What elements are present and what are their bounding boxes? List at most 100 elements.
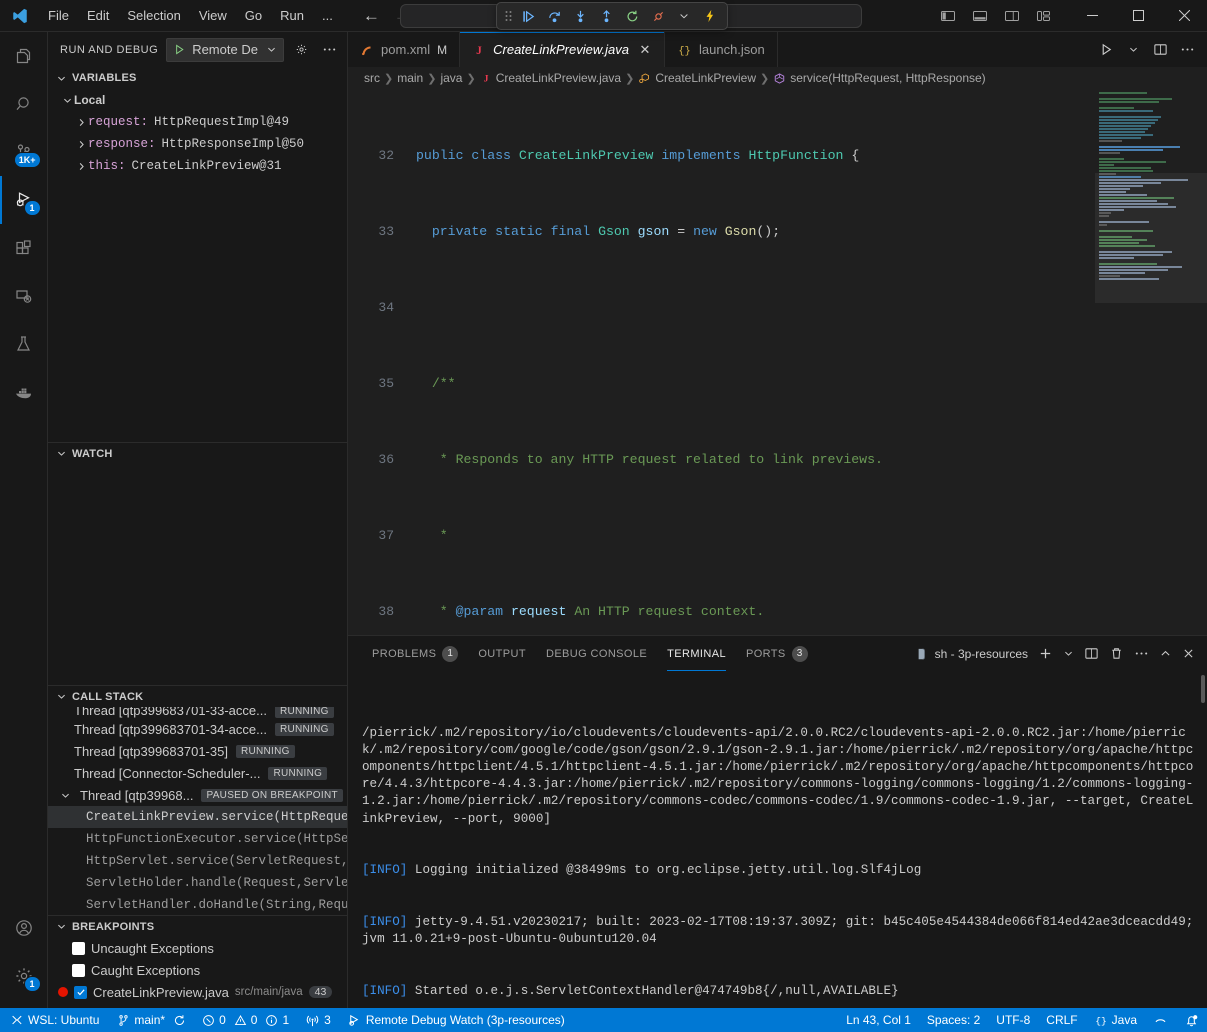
sidebar-more-actions-icon[interactable] [320, 39, 339, 61]
status-debug-session[interactable]: Remote Debug Watch (3p-resources) [339, 1008, 573, 1032]
activitybar-item-docker[interactable] [0, 368, 48, 416]
status-encoding[interactable]: UTF-8 [988, 1008, 1038, 1032]
open-launch-json-gear-icon[interactable] [292, 39, 311, 61]
tab-close-icon[interactable]: ✕ [638, 42, 652, 58]
split-terminal-icon[interactable] [1080, 642, 1103, 666]
status-remote-wsl[interactable]: WSL: Ubuntu [0, 1008, 109, 1032]
toggle-primary-sidebar-icon[interactable] [935, 4, 961, 28]
status-branch[interactable]: main* [109, 1008, 194, 1032]
call-stack-section-header[interactable]: CALL STACK [48, 685, 347, 707]
launch-configuration-select[interactable]: Remote De [166, 38, 284, 62]
breadcrumb-item-method[interactable]: service(HttpRequest, HttpResponse) [773, 71, 985, 85]
status-cursor-position[interactable]: Ln 43, Col 1 [838, 1008, 919, 1032]
debug-disconnect-button[interactable] [645, 4, 671, 28]
debug-more-chevron-down-icon[interactable] [671, 4, 697, 28]
status-language-mode[interactable]: {} Java [1086, 1008, 1145, 1032]
activitybar-item-remote-explorer[interactable] [0, 272, 48, 320]
call-stack-frame[interactable]: HttpServlet.service(ServletRequest,S [48, 850, 347, 872]
activitybar-item-manage-settings[interactable]: 1 [0, 952, 48, 1000]
breakpoint-checkbox[interactable] [72, 964, 85, 977]
activitybar-item-search[interactable] [0, 80, 48, 128]
breadcrumb-item-class[interactable]: CreateLinkPreview [638, 71, 756, 85]
activitybar-item-accounts[interactable] [0, 904, 48, 952]
window-close-button[interactable] [1161, 0, 1207, 32]
minimap-slider[interactable] [1095, 173, 1207, 303]
terminal-dropdown-chevron-down-icon[interactable] [1059, 642, 1078, 666]
call-stack-frame[interactable]: HttpFunctionExecutor.service(HttpSer [48, 828, 347, 850]
terminal-output[interactable]: /pierrick/.m2/repository/io/cloudevents/… [348, 671, 1207, 1008]
run-java-button[interactable] [1094, 38, 1118, 62]
debug-lightning-icon[interactable] [697, 4, 723, 28]
debug-step-out-button[interactable] [593, 4, 619, 28]
customize-layout-icon[interactable] [1031, 4, 1057, 28]
active-terminal-selector[interactable]: sh - 3p-resources [912, 642, 1032, 666]
status-feedback[interactable] [1145, 1008, 1176, 1032]
call-stack-thread-paused[interactable]: Thread [qtp39968... PAUSED ON BREAKPOINT [48, 784, 347, 806]
minimap[interactable] [1095, 89, 1207, 635]
menu-go[interactable]: Go [237, 5, 270, 26]
breakpoint-checkbox[interactable] [72, 942, 85, 955]
menu-more[interactable]: ... [314, 5, 341, 26]
status-indentation[interactable]: Spaces: 2 [919, 1008, 988, 1032]
debug-step-over-button[interactable] [541, 4, 567, 28]
variable-row-request[interactable]: request: HttpRequestImpl@49 [48, 111, 347, 133]
menu-edit[interactable]: Edit [79, 5, 117, 26]
activitybar-item-run-and-debug[interactable]: 1 [0, 176, 48, 224]
breakpoints-section-header[interactable]: BREAKPOINTS [48, 915, 347, 937]
close-panel-icon[interactable] [1178, 642, 1199, 666]
activitybar-item-extensions[interactable] [0, 224, 48, 272]
panel-tab-output[interactable]: OUTPUT [468, 636, 536, 671]
call-stack-thread[interactable]: Thread [Connector-Scheduler-... RUNNING [48, 762, 347, 784]
debug-step-into-button[interactable] [567, 4, 593, 28]
panel-tab-problems[interactable]: PROBLEMS 1 [362, 636, 468, 671]
code-scroll-area[interactable]: 32public class CreateLinkPreview impleme… [348, 89, 1095, 635]
variable-row-this[interactable]: this: CreateLinkPreview@31 [48, 155, 347, 177]
editor-scrollbar[interactable] [1197, 89, 1207, 635]
call-stack-thread[interactable]: Thread [qtp399683701-35] RUNNING [48, 740, 347, 762]
status-notifications[interactable] [1176, 1008, 1207, 1032]
breadcrumb-item-main[interactable]: main [397, 71, 423, 85]
activitybar-item-explorer[interactable] [0, 32, 48, 80]
activitybar-item-source-control[interactable]: 1K+ [0, 128, 48, 176]
variables-scope-local[interactable]: Local [48, 89, 347, 111]
panel-tab-ports[interactable]: PORTS 3 [736, 636, 818, 671]
breadcrumb-item-src[interactable]: src [364, 71, 380, 85]
debug-continue-button[interactable] [515, 4, 541, 28]
kill-terminal-trash-icon[interactable] [1105, 642, 1128, 666]
panel-more-actions-icon[interactable] [1130, 642, 1153, 666]
split-editor-icon[interactable] [1148, 38, 1172, 62]
variable-row-response[interactable]: response: HttpResponseImpl@50 [48, 133, 347, 155]
breakpoint-row-createlinkpreview[interactable]: CreateLinkPreview.java src/main/java 43 [48, 981, 347, 1003]
breakpoint-checkbox[interactable] [74, 986, 87, 999]
status-ports[interactable]: 3 [297, 1008, 339, 1032]
status-problems[interactable]: 0 0 1 [194, 1008, 297, 1032]
code-editor[interactable]: 32public class CreateLinkPreview impleme… [348, 89, 1207, 635]
breadcrumb-item-file[interactable]: J CreateLinkPreview.java [480, 71, 621, 85]
call-stack-frame[interactable]: ServletHandler.doHandle(String,Reque [48, 894, 347, 915]
menu-run[interactable]: Run [272, 5, 312, 26]
maximize-panel-chevron-up-icon[interactable] [1155, 642, 1176, 666]
window-minimize-button[interactable] [1069, 0, 1115, 32]
go-back-icon[interactable]: ← [363, 7, 380, 24]
tab-pom-xml[interactable]: pom.xml M [348, 32, 460, 67]
debug-restart-button[interactable] [619, 4, 645, 28]
tab-launch-json[interactable]: {} launch.json [665, 32, 778, 67]
new-terminal-icon[interactable] [1034, 642, 1057, 666]
menu-selection[interactable]: Selection [119, 5, 188, 26]
drag-handle-icon[interactable] [501, 9, 515, 23]
toggle-panel-icon[interactable] [967, 4, 993, 28]
call-stack-thread[interactable]: Thread [qtp399683701-34-acce... RUNNING [48, 718, 347, 740]
status-eol[interactable]: CRLF [1038, 1008, 1085, 1032]
breakpoint-row-uncaught-exceptions[interactable]: Uncaught Exceptions [48, 937, 347, 959]
watch-section-header[interactable]: WATCH [48, 442, 347, 464]
activitybar-item-testing[interactable] [0, 320, 48, 368]
menu-view[interactable]: View [191, 5, 235, 26]
run-dropdown-chevron-down-icon[interactable] [1121, 38, 1145, 62]
panel-tab-debug-console[interactable]: DEBUG CONSOLE [536, 636, 657, 671]
window-maximize-button[interactable] [1115, 0, 1161, 32]
terminal-scrollbar[interactable] [1201, 675, 1205, 703]
editor-more-actions-icon[interactable] [1175, 38, 1199, 62]
panel-tab-terminal[interactable]: TERMINAL [657, 636, 736, 671]
call-stack-thread[interactable]: Thread [qtp399683701-33-acce... RUNNING [48, 707, 347, 718]
call-stack-frame[interactable]: ServletHolder.handle(Request,Servlet [48, 872, 347, 894]
